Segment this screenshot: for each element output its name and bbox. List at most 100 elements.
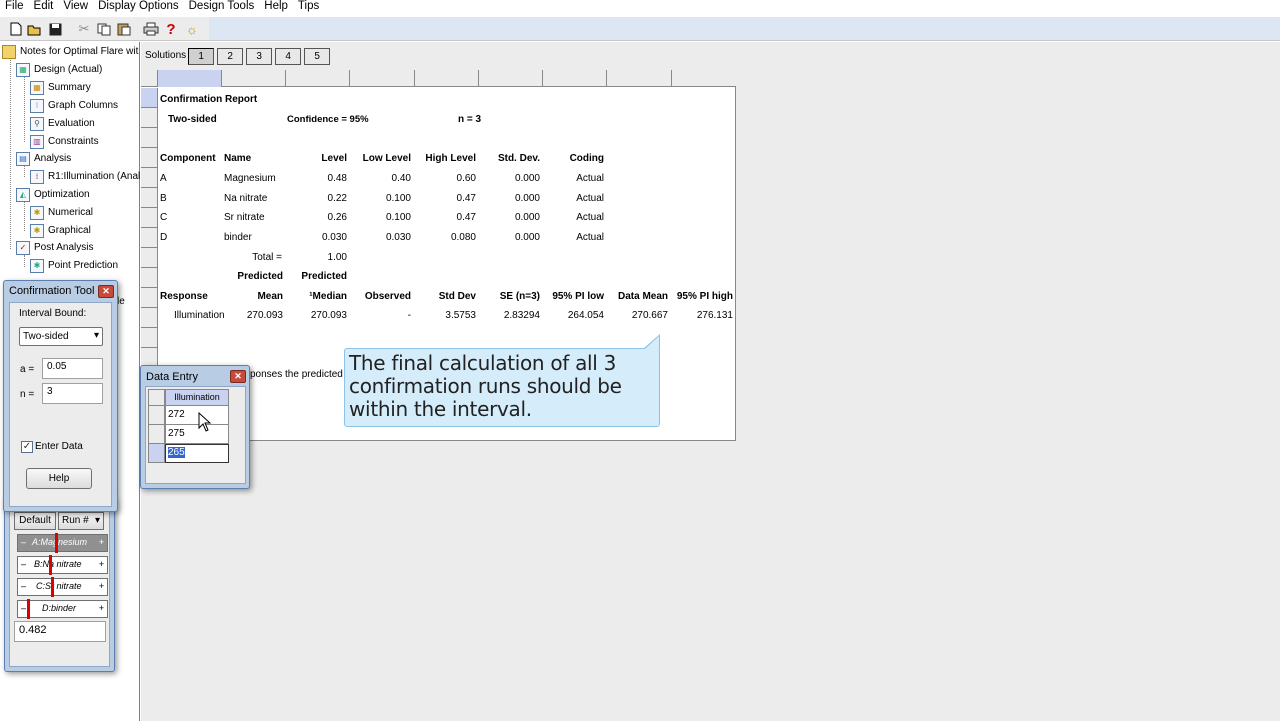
grid-column-header[interactable] <box>350 70 415 87</box>
grid-column-header[interactable] <box>415 70 479 87</box>
enter-data-checkbox[interactable]: ✓ <box>21 441 33 453</box>
grid-column-header[interactable] <box>672 70 736 87</box>
factor-value-field[interactable]: 0.482 <box>14 621 106 642</box>
menu-design-tools[interactable]: Design Tools <box>184 0 260 17</box>
slider-binder[interactable]: – D:binder + <box>17 599 108 619</box>
row-header[interactable] <box>148 425 165 444</box>
evaluation-magnifier-icon: ⚲ <box>30 116 44 131</box>
grid-column-header-selected[interactable] <box>158 70 222 87</box>
col-header-name: Name <box>224 153 252 164</box>
grid-row-header[interactable] <box>141 208 158 228</box>
slider-magnesium[interactable]: – A:Magnesium + <box>17 533 108 553</box>
slider-sr-nitrate[interactable]: – C:Sr nitrate + <box>17 577 108 597</box>
grid-row-header[interactable] <box>141 148 158 168</box>
print-icon[interactable] <box>143 21 159 37</box>
run-dropdown[interactable]: Run # ▾ <box>58 512 104 530</box>
grid-row-header[interactable] <box>141 288 158 308</box>
grid-row-header[interactable] <box>141 248 158 268</box>
menu-view[interactable]: View <box>58 0 93 17</box>
data-entry-cell[interactable]: 272 <box>165 406 229 425</box>
grid-row-header-selected[interactable] <box>141 88 158 108</box>
toolbar: ✂ ? ☼ <box>0 17 1280 41</box>
slider-handle[interactable] <box>55 533 58 553</box>
data-entry-cell[interactable]: 275 <box>165 425 229 444</box>
slider-handle[interactable] <box>49 555 52 575</box>
tree-item-evaluation[interactable]: ⚲ Evaluation <box>30 115 95 132</box>
grid-row-header[interactable] <box>141 108 158 128</box>
help-button[interactable]: Help <box>26 468 92 489</box>
menu-tips[interactable]: Tips <box>293 0 324 17</box>
tree-item-numerical[interactable]: ✱ Numerical <box>30 204 93 221</box>
chevron-down-icon: ▾ <box>94 515 100 526</box>
grid-column-header[interactable] <box>479 70 543 87</box>
n-input[interactable]: 3 <box>42 383 103 404</box>
optimization-icon: ◭ <box>16 187 30 202</box>
se-header: SE (n=3) <box>499 291 540 302</box>
help-question-icon[interactable]: ? <box>163 21 179 38</box>
tree-item-point-prediction[interactable]: ✱ Point Prediction <box>30 257 118 274</box>
open-folder-icon[interactable] <box>27 21 43 37</box>
tree-item-label: Point Prediction <box>48 260 119 271</box>
row-header[interactable] <box>148 406 165 425</box>
alpha-input[interactable]: 0.05 <box>42 358 103 379</box>
menu-display-options[interactable]: Display Options <box>93 0 184 17</box>
factors-tool-window: Default Run # ▾ – A:Magnesium + – B:Na n… <box>4 496 115 672</box>
grid-column-header[interactable] <box>607 70 672 87</box>
tree-item-label: Graph Columns <box>48 100 119 111</box>
interval-bound-dropdown[interactable]: Two-sided ▾ <box>19 327 103 346</box>
paste-icon[interactable] <box>116 21 132 37</box>
solution-tab-4[interactable]: 4 <box>275 47 302 65</box>
new-file-icon[interactable] <box>8 21 24 37</box>
grid-column-header[interactable] <box>543 70 607 87</box>
tree-item-analysis[interactable]: ▤ Analysis <box>16 150 71 167</box>
solution-tab-3[interactable]: 3 <box>246 47 273 65</box>
mouse-pointer-icon <box>198 412 212 432</box>
component-high-level: 0.47 <box>456 212 476 223</box>
grid-column-header[interactable] <box>222 70 286 87</box>
tree-root[interactable]: Notes for Optimal Flare wit <box>2 43 138 60</box>
tree-item-graph-columns[interactable]: ⁝ Graph Columns <box>30 97 118 114</box>
component-level: 0.26 <box>327 212 347 223</box>
tree-item-summary[interactable]: ▦ Summary <box>30 79 91 96</box>
tree-item-hidden-partial[interactable]: le <box>117 293 125 310</box>
slider-handle[interactable] <box>51 577 54 597</box>
tips-lightbulb-icon[interactable]: ☼ <box>184 21 200 37</box>
close-icon[interactable]: ✕ <box>230 370 246 383</box>
tree-item-constraints[interactable]: ▥ Constraints <box>30 133 99 150</box>
menu-edit[interactable]: Edit <box>29 0 59 17</box>
solution-tab-2[interactable]: 2 <box>217 47 244 65</box>
grid-row-header[interactable] <box>141 188 158 208</box>
slider-na-nitrate[interactable]: – B:Na nitrate + <box>17 555 108 575</box>
component-low-level: 0.40 <box>391 173 411 184</box>
grid-column-header[interactable] <box>286 70 350 87</box>
slider-handle[interactable] <box>27 599 30 619</box>
save-icon[interactable] <box>47 21 63 37</box>
component-level: 0.030 <box>321 232 347 243</box>
solution-tab-1[interactable]: 1 <box>188 47 215 65</box>
row-header-selected[interactable] <box>148 444 165 463</box>
close-icon[interactable]: ✕ <box>98 285 114 298</box>
tree-item-design-actual[interactable]: ▦ Design (Actual) <box>16 61 102 78</box>
illumination-column-header[interactable]: Illumination <box>165 389 229 406</box>
grid-row-header[interactable] <box>141 228 158 248</box>
grid-row-header[interactable] <box>141 268 158 288</box>
tree-item-graphical[interactable]: ✱ Graphical <box>30 222 91 239</box>
col-header-coding: Coding <box>569 153 604 164</box>
grid-row-header[interactable] <box>141 308 158 328</box>
graph-columns-icon: ⁝ <box>30 98 44 113</box>
menu-help[interactable]: Help <box>259 0 293 17</box>
tree-item-post-analysis[interactable]: ✓ Post Analysis <box>16 239 93 256</box>
cut-icon[interactable]: ✂ <box>76 21 92 37</box>
grid-row-header[interactable] <box>141 328 158 348</box>
default-button[interactable]: Default <box>14 512 56 530</box>
grid-row-header[interactable] <box>141 168 158 188</box>
grid-row-header[interactable] <box>141 128 158 148</box>
grid-header-row <box>141 70 736 87</box>
tree-item-optimization[interactable]: ◭ Optimization <box>16 186 90 203</box>
tree-item-r1-illumination[interactable]: ⁞ R1:Illumination (Anal <box>30 168 140 185</box>
solution-tab-5[interactable]: 5 <box>304 47 331 65</box>
graphical-icon: ✱ <box>30 223 44 238</box>
copy-icon[interactable] <box>96 21 112 37</box>
menu-file[interactable]: File <box>0 0 29 17</box>
data-entry-cell-active[interactable]: 265 <box>165 444 229 463</box>
